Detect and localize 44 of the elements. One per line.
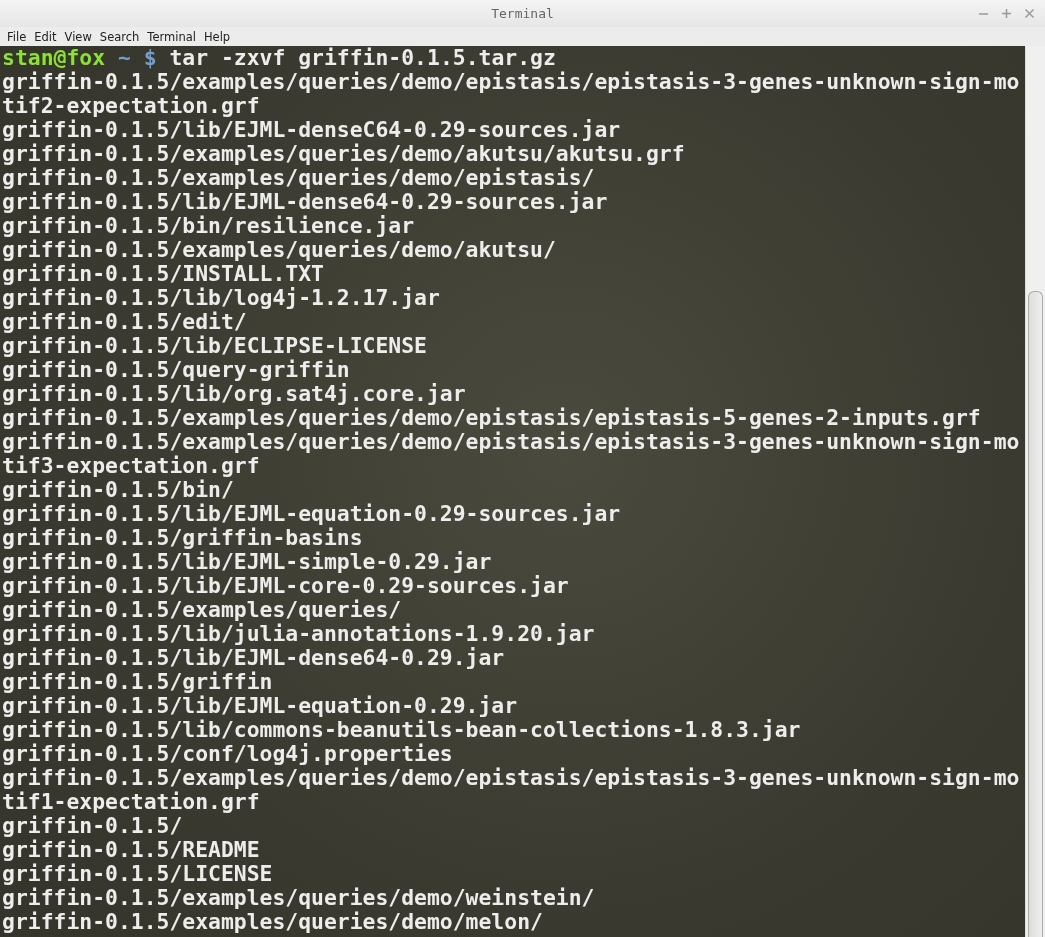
prompt-path: ~ xyxy=(117,46,131,70)
close-icon[interactable] xyxy=(1024,8,1035,19)
menu-item[interactable]: Search xyxy=(95,29,144,44)
output-line: griffin-0.1.5/README xyxy=(2,838,261,862)
output-line: griffin-0.1.5/griffin-basins xyxy=(2,526,364,550)
output-line: griffin-0.1.5/LICENSE xyxy=(2,862,274,886)
output-line: griffin-0.1.5/conf/log4j.properties xyxy=(2,742,454,766)
output-line: griffin-0.1.5/lib/julia-annotations-1.9.20.jar xyxy=(2,622,596,646)
prompt-user-host: stan@fox xyxy=(2,46,106,70)
menu-item[interactable]: File xyxy=(3,29,31,44)
menu-item[interactable]: View xyxy=(60,29,96,44)
window-title: Terminal xyxy=(491,6,554,21)
output-line: griffin-0.1.5/bin/ xyxy=(2,478,235,502)
output-line: griffin-0.1.5/query-griffin xyxy=(2,358,351,382)
output-line: griffin-0.1.5/examples/queries/demo/epistasis/epistasis-5-genes-2-inputs.grf xyxy=(2,406,982,430)
command-text: tar -zxvf griffin-0.1.5.tar.gz xyxy=(169,46,556,70)
output-line: griffin-0.1.5/lib/EJML-denseC64-0.29-sources.jar xyxy=(2,118,622,142)
output-line: griffin-0.1.5/lib/EJML-simple-0.29.jar xyxy=(2,550,493,574)
output-line: griffin-0.1.5/examples/queries/ xyxy=(2,598,403,622)
output-line: griffin-0.1.5/edit/ xyxy=(2,310,248,334)
output-line: griffin-0.1.5/examples/queries/demo/melon/ xyxy=(2,910,544,934)
prompt-symbol: $ xyxy=(143,46,157,70)
output-line: griffin-0.1.5/lib/ECLIPSE-LICENSE xyxy=(2,334,428,358)
output-line: griffin-0.1.5/lib/EJML-equation-0.29-sources.jar xyxy=(2,502,622,526)
menu-item[interactable]: Terminal xyxy=(143,29,200,44)
output-line: griffin-0.1.5/examples/queries/demo/akutsu/akutsu.grf xyxy=(2,142,686,166)
output-line: griffin-0.1.5/ xyxy=(2,814,184,838)
output-line: griffin-0.1.5/bin/resilience.jar xyxy=(2,214,416,238)
output-line: griffin-0.1.5/lib/EJML-equation-0.29.jar xyxy=(2,694,519,718)
output-line: griffin-0.1.5/griffin xyxy=(2,670,274,694)
output-line: griffin-0.1.5/examples/queries/demo/weinstein/ xyxy=(2,886,596,910)
menu-item[interactable]: Edit xyxy=(30,29,61,44)
output-line: griffin-0.1.5/examples/queries/demo/akutsu/ xyxy=(2,238,557,262)
output-line: griffin-0.1.5/lib/log4j-1.2.17.jar xyxy=(2,286,441,310)
scrollbar-thumb[interactable] xyxy=(1028,291,1043,937)
menu-item[interactable]: Help xyxy=(199,29,235,44)
output-line: griffin-0.1.5/lib/org.sat4j.core.jar xyxy=(2,382,467,406)
output-line: griffin-0.1.5/lib/EJML-dense64-0.29.jar xyxy=(2,646,506,670)
output-line: griffin-0.1.5/INSTALL.TXT xyxy=(2,262,325,286)
output-line: griffin-0.1.5/examples/queries/demo/epistasis/ xyxy=(2,166,596,190)
output-line: griffin-0.1.5/lib/EJML-core-0.29-sources.jar xyxy=(2,574,570,598)
output-line: griffin-0.1.5/lib/EJML-dense64-0.29-sources.jar xyxy=(2,190,609,214)
output-line: griffin-0.1.5/lib/commons-beanutils-bean-collections-1.8.3.jar xyxy=(2,718,802,742)
maximize-icon[interactable] xyxy=(1001,8,1012,19)
